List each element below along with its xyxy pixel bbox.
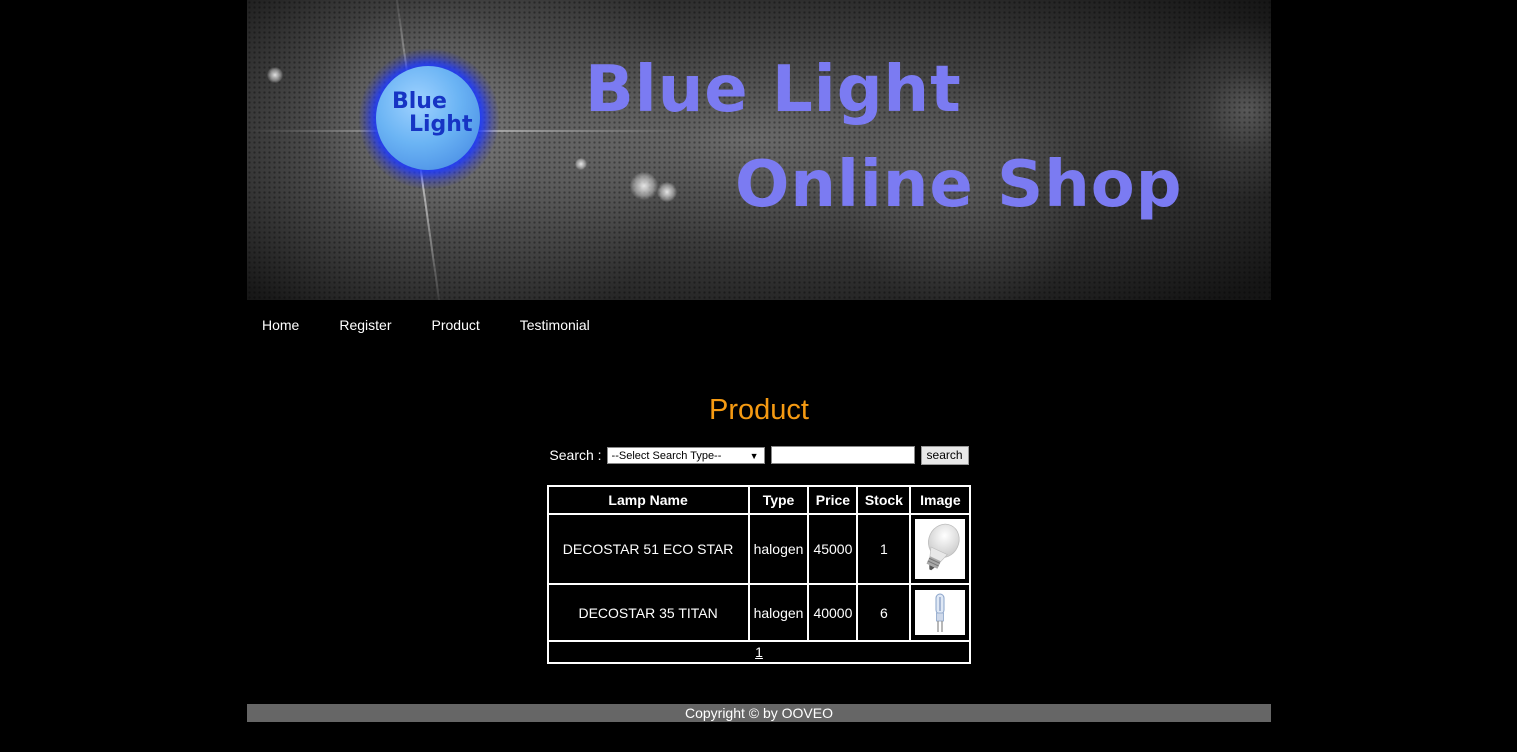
halogen-capsule-image[interactable] (915, 590, 966, 635)
banner-light-dot (575, 158, 587, 170)
site-logo: Blue Light (376, 66, 480, 170)
nav-product[interactable]: Product (432, 317, 480, 333)
cell-price: 40000 (808, 584, 858, 641)
column-header-stock: Stock (857, 486, 911, 514)
column-header-type: Type (748, 486, 809, 514)
cell-stock: 1 (857, 514, 911, 584)
led-bulb-image[interactable] (915, 519, 966, 579)
nav-home[interactable]: Home (262, 317, 299, 333)
cell-type: halogen (748, 584, 809, 641)
footer: Copyright © by OOVEO (247, 704, 1271, 722)
banner-light-dot (657, 182, 677, 202)
cell-lamp-name: DECOSTAR 35 TITAN (547, 584, 749, 641)
table-pager-row: 1 (547, 641, 971, 663)
cell-type: halogen (748, 514, 809, 584)
search-input[interactable] (770, 446, 915, 464)
logo-text-line1: Blue (392, 89, 447, 114)
nav-testimonial[interactable]: Testimonial (520, 317, 590, 333)
page-title: Product (709, 394, 809, 426)
banner-light-dot (630, 172, 658, 200)
copyright-text: Copyright © by OOVEO (684, 705, 834, 721)
page-link[interactable]: 1 (755, 644, 763, 660)
site-title-line2: Online Shop (735, 148, 1183, 222)
search-bar: Search : --Select Search Type-- ▼ search (247, 444, 1271, 466)
search-type-value: --Select Search Type-- (611, 449, 722, 462)
column-header-price: Price (808, 486, 858, 514)
banner-light-dot (267, 67, 283, 83)
cell-lamp-name: DECOSTAR 51 ECO STAR (547, 514, 749, 584)
halogen-capsule-icon (935, 593, 945, 632)
column-header-lamp-name: Lamp Name (547, 486, 749, 514)
cell-stock: 6 (857, 584, 911, 641)
header-banner: Blue Light Blue Light Online Shop (247, 0, 1271, 300)
column-header-image: Image (910, 486, 971, 514)
product-table: Lamp Name Type Price Stock Image DECOSTA… (546, 485, 972, 664)
search-label: Search : (549, 447, 602, 463)
pager: 1 (547, 641, 971, 663)
search-type-select[interactable]: --Select Search Type-- ▼ (606, 446, 765, 464)
cell-image (910, 514, 971, 584)
site-title-line1: Blue Light (585, 53, 962, 127)
table-header-row: Lamp Name Type Price Stock Image (547, 486, 971, 514)
page: Blue Light Blue Light Online Shop Home R… (247, 0, 1271, 722)
nav-register[interactable]: Register (339, 317, 391, 333)
table-row: DECOSTAR 51 ECO STAR halogen 45000 1 (547, 514, 971, 584)
led-bulb-icon (926, 523, 960, 571)
main-nav: Home Register Product Testimonial (247, 300, 1271, 350)
cell-image (910, 584, 971, 641)
search-button[interactable]: search (920, 445, 969, 465)
cell-price: 45000 (808, 514, 858, 584)
dropdown-arrow-icon: ▼ (749, 450, 759, 461)
logo-text-line2: Light (409, 112, 473, 137)
main-content: Product Search : --Select Search Type-- … (247, 350, 1271, 664)
table-row: DECOSTAR 35 TITAN halogen 40000 6 (547, 584, 971, 641)
